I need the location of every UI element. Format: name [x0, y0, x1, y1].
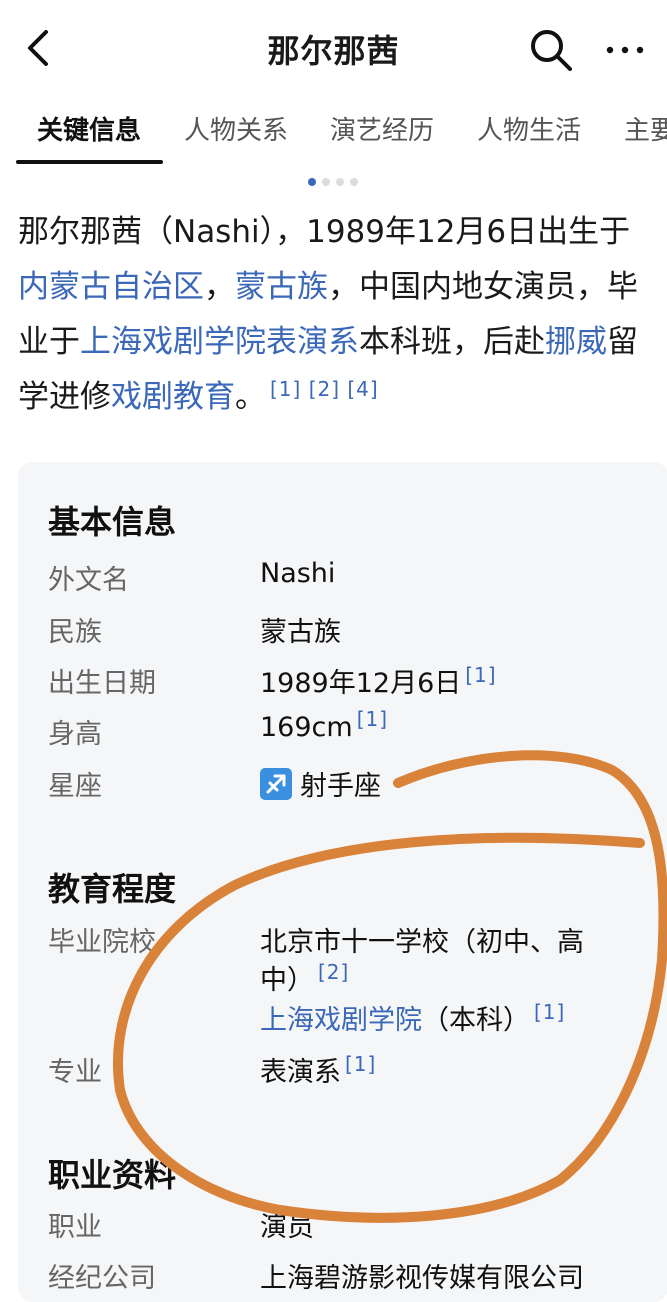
field-label: 星座: [48, 771, 102, 802]
field-value: 中）: [260, 965, 314, 996]
intro-text: 本科班，后赴: [359, 324, 545, 360]
reference-link[interactable]: [1]: [534, 1000, 565, 1024]
field-value: 北京市十一学校（初中、高: [260, 927, 584, 958]
active-tab-indicator: [16, 160, 163, 164]
field-value: 169cm: [260, 712, 353, 743]
intro-text: 那尔那茜（Nashi），1989年12月6日出生于: [18, 214, 631, 250]
field-value: Nashi: [260, 558, 336, 589]
field-value: 演员: [260, 1212, 314, 1243]
field-label: 出生日期: [48, 668, 156, 699]
field-label: 经纪公司: [48, 1263, 156, 1294]
school-link[interactable]: 上海戏剧学院: [260, 1005, 422, 1036]
intro-text: ，: [204, 269, 235, 305]
field-value-row: 169cm [1]: [260, 709, 388, 743]
field-label: 职业: [48, 1212, 102, 1243]
field-label: 专业: [48, 1057, 102, 1088]
field-value: 上海碧游影视传媒有限公司: [260, 1263, 584, 1294]
page-indicator: [308, 171, 364, 186]
reference-link[interactable]: [1]: [465, 663, 496, 687]
field-label: 毕业院校: [48, 927, 156, 958]
field-value-row: 1989年12月6日 [1]: [260, 661, 497, 700]
field-value-row: 上海戏剧学院（本科） [1]: [260, 998, 565, 1037]
reference-link[interactable]: [2]: [318, 960, 349, 984]
sagittarius-icon: [260, 768, 292, 800]
reference-links[interactable]: [1] [2] [4]: [270, 377, 379, 401]
search-icon[interactable]: [528, 27, 574, 73]
field-value-row: 中） [2]: [260, 958, 349, 997]
career-heading: 职业资料: [48, 1156, 177, 1194]
field-value: 射手座: [300, 771, 381, 802]
ethnicity-link[interactable]: 蒙古族: [260, 610, 341, 649]
field-label: 身高: [48, 719, 102, 750]
link-ethnicity[interactable]: 蒙古族: [235, 269, 328, 305]
tab-main[interactable]: 主要: [624, 110, 667, 147]
field-value: （本科）: [422, 1005, 530, 1036]
page-dot: [350, 178, 358, 186]
link-field[interactable]: 戏剧教育: [111, 379, 235, 415]
intro-text: 。: [235, 379, 266, 415]
tab-career[interactable]: 演艺经历: [330, 110, 434, 147]
link-country[interactable]: 挪威: [545, 324, 607, 360]
intro-paragraph: 那尔那茜（Nashi），1989年12月6日出生于内蒙古自治区，蒙古族，中国内地…: [18, 205, 648, 425]
tab-relations[interactable]: 人物关系: [184, 110, 288, 147]
page-dot: [336, 178, 344, 186]
field-value: 表演系: [260, 1057, 341, 1088]
top-bar: 那尔那茜: [0, 0, 667, 100]
field-label: 民族: [48, 617, 102, 648]
page-dot: [322, 178, 330, 186]
link-region[interactable]: 内蒙古自治区: [18, 269, 204, 305]
tab-life[interactable]: 人物生活: [477, 110, 581, 147]
tab-key-info[interactable]: 关键信息: [37, 110, 141, 147]
education-heading: 教育程度: [48, 870, 177, 908]
field-value-row: 射手座: [260, 764, 381, 803]
reference-link[interactable]: [1]: [357, 707, 388, 731]
reference-link[interactable]: [1]: [345, 1052, 376, 1076]
tab-bar: 关键信息 人物关系 演艺经历 人物生活 主要: [0, 100, 667, 170]
field-label: 外文名: [48, 565, 129, 596]
field-value: 1989年12月6日: [260, 668, 462, 699]
field-value-row: 表演系 [1]: [260, 1050, 376, 1089]
more-dots-icon[interactable]: [605, 40, 645, 60]
page-dot: [308, 178, 316, 186]
basic-info-heading: 基本信息: [48, 503, 177, 541]
link-school[interactable]: 上海戏剧学院表演系: [80, 324, 359, 360]
